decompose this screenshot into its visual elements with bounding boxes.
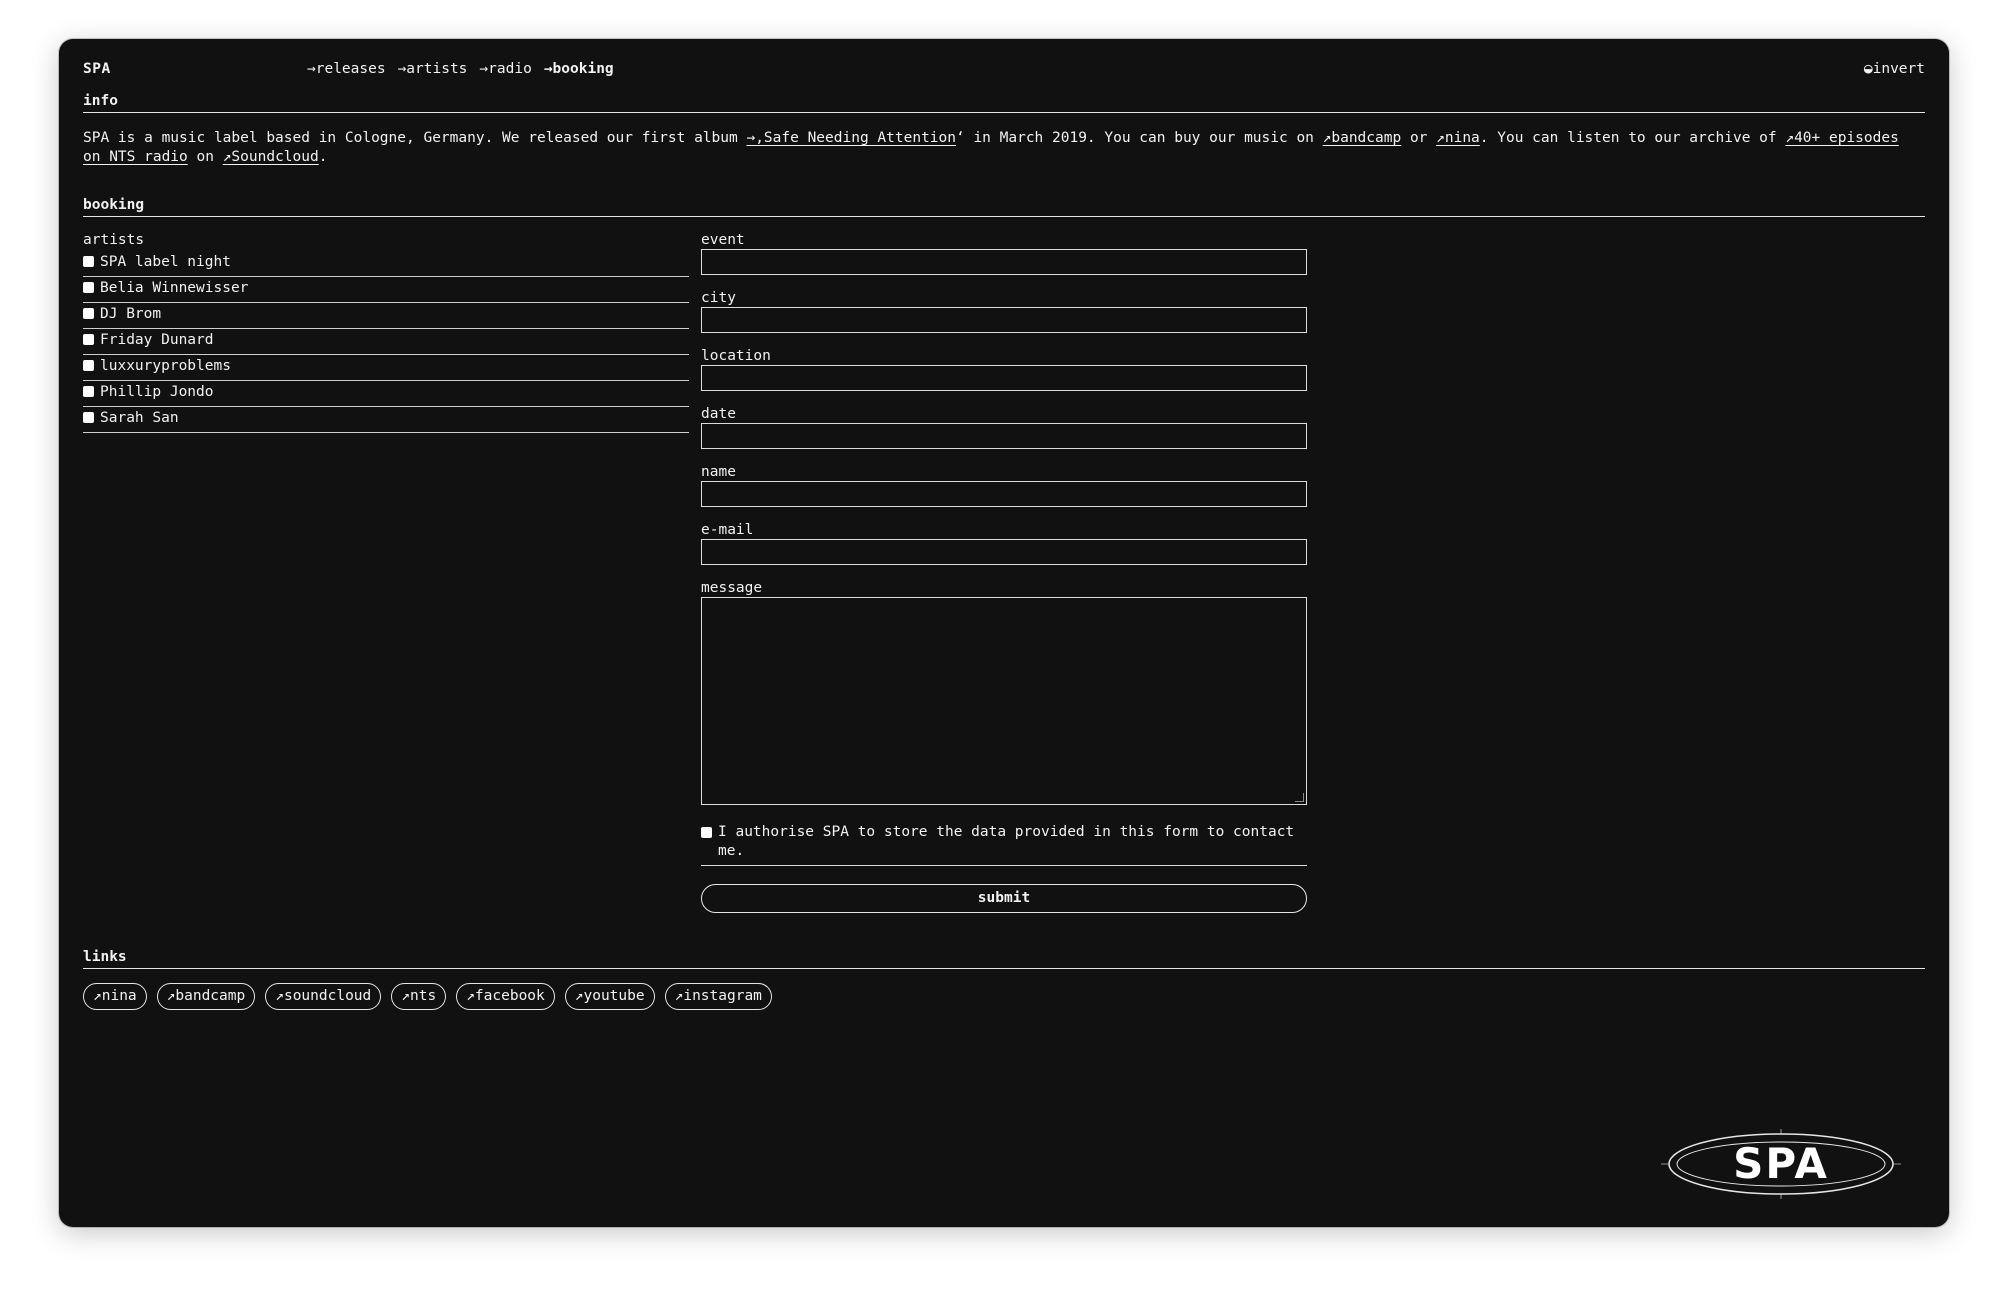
artist-option[interactable]: luxxuryproblems (83, 355, 689, 381)
name-label: name (701, 464, 736, 480)
consent-checkbox[interactable] (701, 827, 712, 838)
nav-booking[interactable]: →booking (544, 61, 614, 77)
nina-link[interactable]: ↗nina (1436, 130, 1480, 146)
event-input[interactable] (701, 249, 1307, 275)
info-text-part: on (187, 149, 223, 165)
submit-button[interactable]: submit (701, 884, 1307, 913)
city-label: city (701, 290, 736, 306)
artist-label: Sarah San (100, 409, 179, 426)
link-youtube[interactable]: ↗youtube (564, 983, 655, 1010)
artist-label: luxxuryproblems (100, 357, 231, 374)
soundcloud-link[interactable]: ↗Soundcloud (223, 149, 319, 165)
booking-form: event city location date name e-mail mes… (701, 232, 1307, 913)
location-input[interactable] (701, 365, 1307, 391)
artist-checkbox[interactable] (83, 256, 94, 267)
info-text-part: SPA is a music label based in Cologne, G… (83, 130, 747, 146)
spa-logo[interactable]: SPA (1661, 1129, 1901, 1199)
page-content: SPA →releases →artists →radio →booking ◒… (83, 39, 1925, 1227)
top-bar: SPA →releases →artists →radio →booking ◒… (83, 61, 1925, 81)
info-heading: info (83, 93, 1925, 113)
artist-label: Friday Dunard (100, 331, 214, 348)
email-input[interactable] (701, 539, 1307, 565)
links-list: ↗nina ↗bandcamp ↗soundcloud ↗nts ↗facebo… (83, 983, 772, 1010)
location-label: location (701, 348, 771, 364)
info-text: SPA is a music label based in Cologne, G… (83, 129, 1925, 167)
artist-option[interactable]: DJ Brom (83, 303, 689, 329)
message-textarea[interactable] (701, 597, 1307, 805)
artist-label: Phillip Jondo (100, 383, 214, 400)
city-input[interactable] (701, 307, 1307, 333)
bandcamp-link[interactable]: ↗bandcamp (1323, 130, 1402, 146)
artist-checkbox[interactable] (83, 308, 94, 319)
link-soundcloud[interactable]: ↗soundcloud (265, 983, 382, 1010)
booking-heading: booking (83, 197, 1925, 217)
resize-handle-icon[interactable] (1295, 793, 1304, 802)
links-heading: links (83, 949, 1925, 969)
artist-label: DJ Brom (100, 305, 162, 322)
brand-link[interactable]: SPA (83, 61, 111, 77)
event-label: event (701, 232, 745, 248)
info-text-part: . You can listen to our archive of (1479, 130, 1786, 146)
artist-option[interactable]: Friday Dunard (83, 329, 689, 355)
link-facebook[interactable]: ↗facebook (456, 983, 555, 1010)
artists-label: artists (83, 232, 145, 248)
link-instagram[interactable]: ↗instagram (664, 983, 772, 1010)
artist-checkbox[interactable] (83, 360, 94, 371)
artist-checkbox[interactable] (83, 334, 94, 345)
album-link[interactable]: →‚Safe Needing Attention (746, 130, 956, 146)
artist-option[interactable]: SPA label night (83, 251, 689, 277)
message-label: message (701, 580, 763, 596)
info-text-part: ‘ in March 2019. You can buy our music o… (955, 130, 1323, 146)
logo-text: SPA (1733, 1139, 1829, 1188)
artist-option[interactable]: Phillip Jondo (83, 381, 689, 407)
artist-checkbox[interactable] (83, 282, 94, 293)
nav-releases[interactable]: →releases (307, 61, 386, 77)
link-bandcamp[interactable]: ↗bandcamp (156, 983, 256, 1010)
main-nav: →releases →artists →radio →booking (307, 61, 614, 77)
nav-radio[interactable]: →radio (479, 61, 531, 77)
artist-option[interactable]: Belia Winnewisser (83, 277, 689, 303)
name-input[interactable] (701, 481, 1307, 507)
invert-toggle[interactable]: ◒invert (1864, 61, 1925, 77)
consent-row[interactable]: I authorise SPA to store the data provid… (701, 823, 1307, 866)
nav-artists[interactable]: →artists (398, 61, 468, 77)
email-label: e-mail (701, 522, 754, 538)
artists-list: artists SPA label night Belia Winnewisse… (83, 232, 689, 433)
artist-label: SPA label night (100, 253, 231, 270)
artist-checkbox[interactable] (83, 386, 94, 397)
date-label: date (701, 406, 736, 422)
link-nina[interactable]: ↗nina (83, 983, 147, 1010)
info-text-part: or (1401, 130, 1437, 146)
artist-label: Belia Winnewisser (100, 279, 249, 296)
link-nts[interactable]: ↗nts (391, 983, 447, 1010)
app-window: SPA →releases →artists →radio →booking ◒… (59, 39, 1949, 1227)
date-input[interactable] (701, 423, 1307, 449)
consent-label: I authorise SPA to store the data provid… (718, 824, 1295, 859)
artist-checkbox[interactable] (83, 412, 94, 423)
info-text-part: . (318, 149, 328, 165)
artist-option[interactable]: Sarah San (83, 407, 689, 433)
